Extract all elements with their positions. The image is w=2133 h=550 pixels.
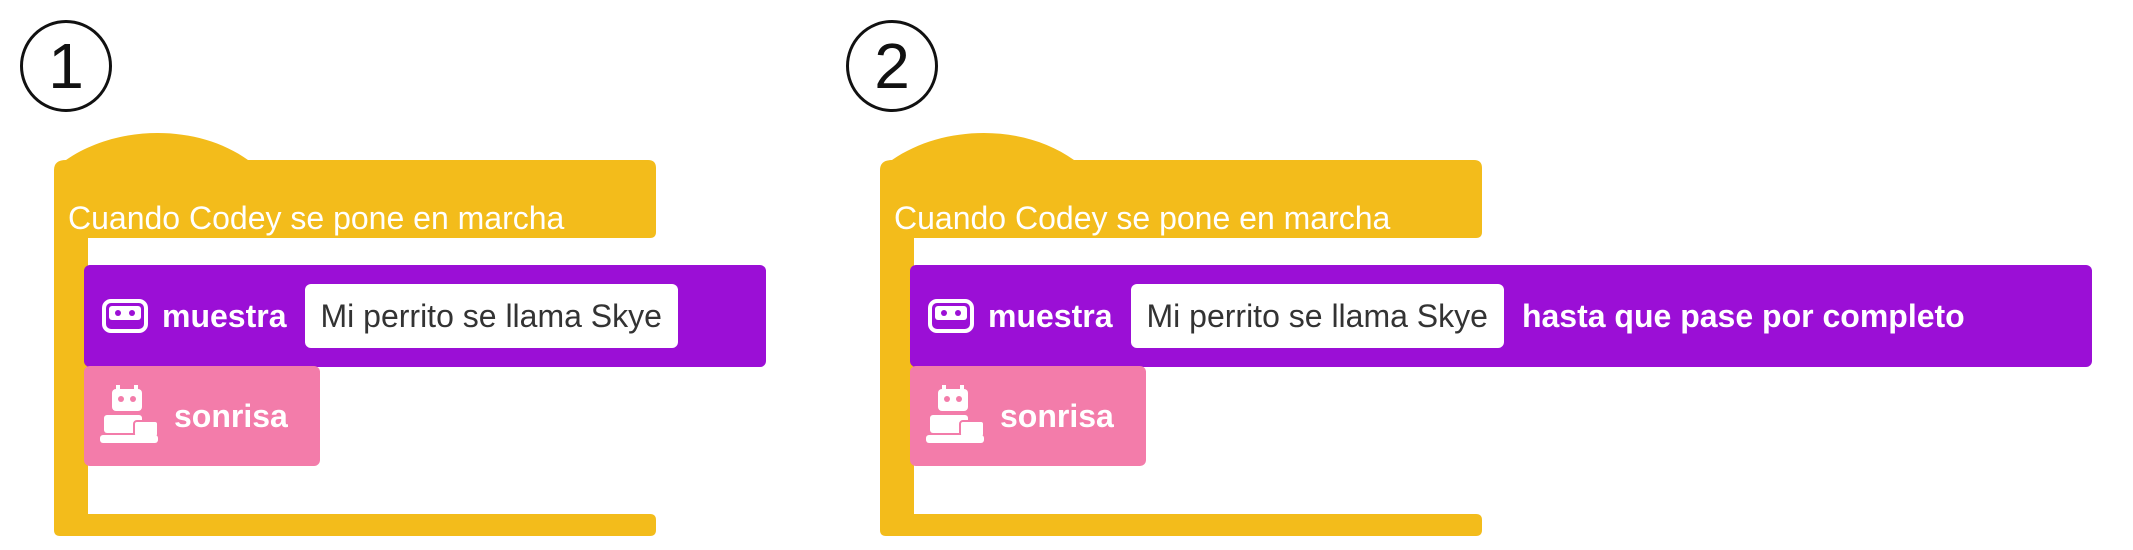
- example-panel-2: 2 Cuando Codey se pone en marcha muestra…: [826, 0, 2092, 550]
- codey-face-icon: [928, 299, 974, 333]
- show-text-block[interactable]: muestra Mi perrito se llama Skye: [84, 265, 766, 367]
- smile-block-label: sonrisa: [174, 397, 288, 434]
- show-block-suffix: hasta que pase por completo: [1521, 297, 1965, 334]
- hat-block-label: Cuando Codey se pone en marcha: [894, 200, 1391, 236]
- show-text-until-done-block[interactable]: muestra Mi perrito se llama Skye hasta q…: [910, 265, 2092, 367]
- step-number-badge: 1: [20, 20, 112, 112]
- hat-block-label: Cuando Codey se pone en marcha: [68, 200, 565, 236]
- codey-face-icon: [102, 299, 148, 333]
- display-text-input[interactable]: Mi perrito se llama Skye: [304, 284, 678, 348]
- show-block-label: muestra: [988, 297, 1113, 334]
- smile-block[interactable]: sonrisa: [910, 366, 1146, 466]
- smile-block-label: sonrisa: [1000, 397, 1114, 434]
- codey-robot-icon: [100, 385, 159, 443]
- smile-block[interactable]: sonrisa: [84, 366, 320, 466]
- show-block-label: muestra: [162, 297, 287, 334]
- codey-robot-icon: [926, 385, 985, 443]
- display-text-input[interactable]: Mi perrito se llama Skye: [1130, 284, 1504, 348]
- step-number-badge: 2: [846, 20, 938, 112]
